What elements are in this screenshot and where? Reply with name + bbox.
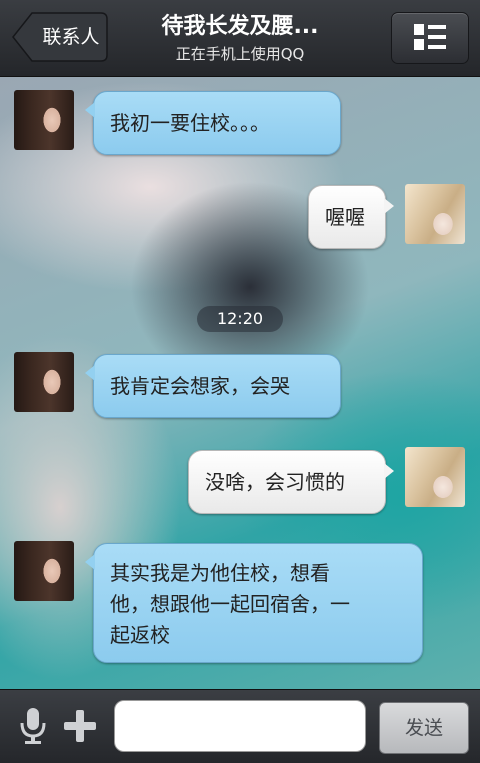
message-line: 他，想跟他一起回宿舍，一 [110, 592, 350, 616]
message-text: 没啥，会习惯的 [205, 470, 345, 494]
plus-icon [64, 710, 96, 742]
my-avatar[interactable] [405, 184, 465, 244]
message-input[interactable] [114, 700, 366, 752]
menu-button[interactable] [391, 12, 469, 64]
input-bar: 发送 [0, 689, 480, 763]
outgoing-message-bubble: 没啥，会习惯的 [188, 450, 394, 514]
chat-status: 正在手机上使用QQ [175, 45, 305, 63]
contact-avatar[interactable] [14, 541, 74, 601]
back-button[interactable]: 联系人 [12, 12, 108, 62]
message-text: 喔喔 [325, 205, 365, 229]
back-button-label: 联系人 [42, 26, 100, 48]
incoming-message-bubble: 其实我是为他住校，想看 他，想跟他一起回宿舍，一 起返校 [85, 543, 423, 663]
more-options-button[interactable] [62, 706, 98, 750]
send-button[interactable]: 发送 [379, 702, 469, 754]
message-line: 起返校 [110, 623, 170, 647]
chat-title: 待我长发及腰... [161, 14, 319, 39]
timestamp: 12:20 [197, 306, 283, 332]
message-text: 我肯定会想家，会哭 [110, 374, 290, 398]
message-text: 我初一要住校。。。 [110, 111, 270, 135]
incoming-message-bubble: 我初一要住校。。。 [85, 91, 341, 155]
menu-list-icon [414, 24, 446, 50]
microphone-icon [20, 708, 46, 744]
title-bar: 联系人 待我长发及腰... 正在手机上使用QQ [0, 0, 480, 77]
message-line: 其实我是为他住校，想看 [110, 561, 330, 585]
voice-button[interactable] [16, 706, 50, 750]
my-avatar[interactable] [405, 447, 465, 507]
contact-avatar[interactable] [14, 90, 74, 150]
outgoing-message-bubble: 喔喔 [308, 185, 394, 249]
contact-avatar[interactable] [14, 352, 74, 412]
chat-area[interactable]: 我初一要住校。。。 喔喔 12:20 我肯定会想家，会哭 没啥，会习惯的 其实我… [0, 77, 480, 689]
incoming-message-bubble: 我肯定会想家，会哭 [85, 354, 341, 418]
